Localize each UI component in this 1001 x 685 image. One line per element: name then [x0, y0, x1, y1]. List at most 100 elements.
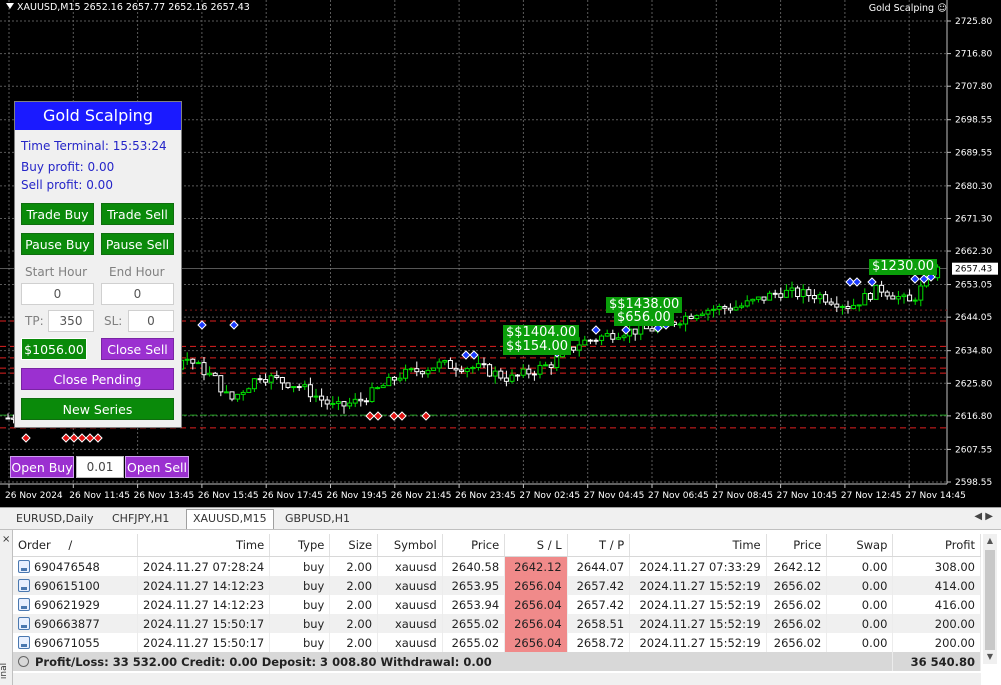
- tp-label: TP:: [25, 314, 44, 328]
- pause-sell-button[interactable]: Pause Sell: [101, 233, 174, 255]
- candle-body: [503, 377, 509, 382]
- table-row[interactable]: 690476548 2024.11.27 07:28:24 buy 2.00 xauus…: [13, 556, 981, 576]
- candle-body: [599, 335, 605, 341]
- buy-profit-text: Buy profit: 0.00: [21, 160, 115, 174]
- candle-body: [223, 391, 229, 394]
- tab-gbpusd[interactable]: GBPUSD,H1: [279, 510, 356, 528]
- price-tag: $656.00: [614, 310, 674, 326]
- close-icon[interactable]: ×: [2, 534, 10, 545]
- tab-eurusd[interactable]: EURUSD,Daily: [10, 510, 99, 528]
- col-tp[interactable]: T / P: [567, 534, 631, 557]
- candle-body: [632, 328, 638, 335]
- col-time[interactable]: Time: [137, 534, 271, 557]
- sell-entry-marker: [21, 433, 31, 443]
- col-close-price[interactable]: Price: [766, 534, 828, 557]
- terminal-side-label: inal: [0, 662, 10, 680]
- sell-entry-marker: [69, 433, 79, 443]
- trade-sell-button[interactable]: Trade Sell: [101, 203, 174, 225]
- tp-input[interactable]: 350: [48, 310, 94, 332]
- col-price[interactable]: Price: [442, 534, 506, 557]
- table-row[interactable]: 690615100 2024.11.27 14:12:23 buy 2.00 xauus…: [13, 576, 981, 595]
- pause-buy-button[interactable]: Pause Buy: [21, 233, 94, 255]
- col-order[interactable]: Order /: [13, 534, 139, 557]
- ea-name-label[interactable]: Gold Scalping ☺: [869, 3, 947, 14]
- candle-body: [475, 363, 481, 368]
- candle-body: [341, 401, 347, 407]
- candle-body: [593, 339, 599, 342]
- end-hour-input[interactable]: 0: [101, 283, 174, 305]
- candle-body: [419, 371, 425, 375]
- price-label: 2662.30: [955, 247, 992, 257]
- profit-badge: $1056.00: [21, 338, 87, 360]
- col-sl[interactable]: S / L: [504, 534, 568, 557]
- close-sell-button[interactable]: Close Sell: [101, 338, 174, 360]
- time-label: 26 Nov 11:45: [69, 491, 130, 501]
- horizontal-scrollbar[interactable]: [13, 673, 981, 685]
- vertical-scrollbar[interactable]: ▲ ▼: [983, 534, 997, 664]
- cell-size: 2.00: [329, 595, 379, 614]
- trade-buy-button[interactable]: Trade Buy: [21, 203, 94, 225]
- col-swap[interactable]: Swap: [826, 534, 894, 557]
- dropdown-triangle-icon[interactable]: [6, 3, 14, 9]
- tab-scroll-arrows[interactable]: ◀ ▶: [974, 511, 993, 522]
- col-symbol[interactable]: Symbol: [377, 534, 443, 557]
- time-terminal-text: Time Terminal: 15:53:24: [21, 139, 167, 153]
- candle-body: [733, 306, 739, 311]
- scroll-down-icon[interactable]: ▼: [983, 650, 997, 664]
- table-row[interactable]: 690671055 2024.11.27 15:50:17 buy 2.00 xauus…: [13, 633, 981, 652]
- col-type[interactable]: Type: [269, 534, 331, 557]
- candle-body: [727, 307, 733, 311]
- order-number: 690663877: [34, 616, 100, 631]
- sl-input[interactable]: 0: [128, 310, 174, 332]
- price-label: 2644.05: [955, 313, 992, 323]
- cell-order: 690671055: [13, 633, 139, 652]
- cell-order: 690476548: [13, 556, 139, 576]
- sell-entry-marker: [389, 411, 399, 421]
- candle-body: [856, 304, 862, 307]
- candle-body: [212, 372, 218, 377]
- time-label: 26 Nov 17:45: [262, 491, 323, 501]
- price-label: 2607.55: [955, 445, 992, 455]
- candle-body: [873, 284, 879, 300]
- candle-body: [218, 375, 224, 393]
- order-number: 690476548: [34, 559, 100, 574]
- tab-xauusd[interactable]: XAUUSD,M15: [186, 509, 274, 530]
- arrow-right-icon[interactable]: ▶: [985, 511, 993, 522]
- scroll-up-icon[interactable]: ▲: [983, 534, 997, 548]
- arrow-left-icon[interactable]: ◀: [974, 511, 982, 522]
- price-tag: $$154.00: [503, 339, 572, 355]
- candle-body: [251, 378, 257, 390]
- lot-size-input[interactable]: 0.01: [76, 456, 124, 478]
- candle-body: [688, 315, 694, 320]
- table-row[interactable]: 690663877 2024.11.27 15:50:17 buy 2.00 xauus…: [13, 614, 981, 633]
- tab-chfjpy[interactable]: CHFJPY,H1: [106, 510, 175, 528]
- candle-body: [358, 398, 364, 402]
- cell-size: 2.00: [329, 614, 379, 633]
- candle-body: [291, 386, 297, 389]
- col-size[interactable]: Size: [329, 534, 379, 557]
- candle-body: [621, 335, 627, 339]
- close-pending-button[interactable]: Close Pending: [21, 368, 174, 390]
- open-sell-button[interactable]: Open Sell: [125, 456, 189, 478]
- col-profit[interactable]: Profit: [892, 534, 981, 557]
- col-close-time[interactable]: Time: [629, 534, 767, 557]
- order-icon: [18, 616, 30, 630]
- open-buy-button[interactable]: Open Buy: [10, 456, 74, 478]
- order-icon: [18, 578, 30, 592]
- sell-entry-marker: [93, 433, 103, 443]
- cell-time: 2024.11.27 14:12:23: [137, 595, 271, 614]
- new-series-button[interactable]: New Series: [21, 398, 174, 420]
- cell-symbol: xauusd: [377, 576, 443, 595]
- candle-body: [195, 362, 201, 365]
- candle-body: [828, 301, 834, 305]
- cell-price: 2640.58: [442, 556, 506, 576]
- candle-body: [918, 285, 924, 301]
- candle-body: [515, 374, 521, 377]
- price-label: 2707.80: [955, 82, 992, 92]
- candle-body: [375, 387, 381, 390]
- table-row[interactable]: 690621929 2024.11.27 14:12:23 buy 2.00 xauus…: [13, 595, 981, 614]
- chart-symbol-info: XAUUSD,M15 2652.16 2657.77 2652.16 2657.…: [6, 2, 250, 13]
- start-hour-input[interactable]: 0: [21, 283, 94, 305]
- scroll-thumb[interactable]: [985, 550, 995, 650]
- cell-price: 2655.02: [442, 614, 506, 633]
